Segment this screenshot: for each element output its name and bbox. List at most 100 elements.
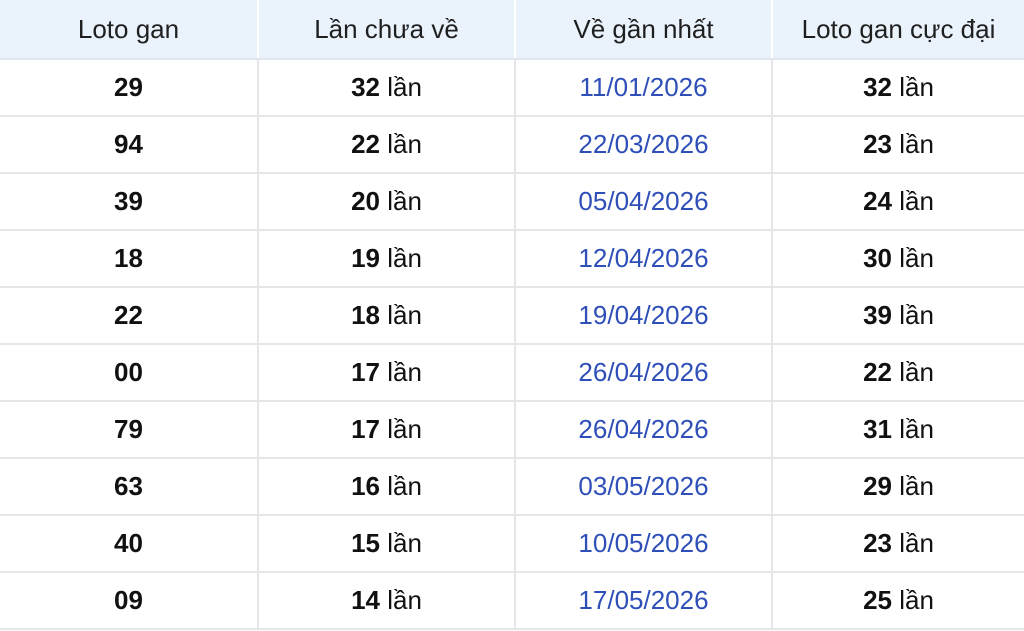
- loto-number: 22: [114, 300, 143, 330]
- ve-gan-nhat-date[interactable]: 03/05/2026: [578, 471, 708, 501]
- unit-label: lần: [899, 129, 934, 159]
- loto-number-cell: 00: [0, 344, 259, 402]
- unit-label: lần: [899, 72, 934, 102]
- ve-gan-nhat-date[interactable]: 17/05/2026: [578, 585, 708, 615]
- cuc-dai-count: 39: [863, 300, 892, 330]
- table-row: 09 14 lần 17/05/2026 25 lần: [0, 572, 1024, 630]
- table-row: 00 17 lần 26/04/2026 22 lần: [0, 344, 1024, 402]
- unit-label: lần: [899, 585, 934, 615]
- unit-label: lần: [387, 585, 422, 615]
- loto-number-cell: 40: [0, 515, 259, 573]
- lan-chua-ve-cell: 19 lần: [258, 230, 516, 288]
- ve-gan-nhat-cell: 03/05/2026: [515, 458, 773, 516]
- unit-label: lần: [387, 243, 422, 273]
- lan-chua-ve-count: 22: [351, 129, 380, 159]
- unit-label: lần: [387, 72, 422, 102]
- unit-label: lần: [899, 414, 934, 444]
- cuc-dai-cell: 24 lần: [772, 173, 1024, 231]
- unit-label: lần: [387, 528, 422, 558]
- unit-label: lần: [899, 300, 934, 330]
- table-body: 29 32 lần 11/01/2026 32 lần 94 22 lần 22/03/20…: [0, 59, 1024, 630]
- cuc-dai-cell: 23 lần: [772, 515, 1024, 573]
- cuc-dai-count: 22: [863, 357, 892, 387]
- cuc-dai-count: 24: [863, 186, 892, 216]
- cuc-dai-count: 25: [863, 585, 892, 615]
- cuc-dai-cell: 39 lần: [772, 287, 1024, 345]
- cuc-dai-count: 23: [863, 528, 892, 558]
- table-row: 79 17 lần 26/04/2026 31 lần: [0, 401, 1024, 459]
- loto-number: 00: [114, 357, 143, 387]
- ve-gan-nhat-date[interactable]: 12/04/2026: [578, 243, 708, 273]
- loto-number: 63: [114, 471, 143, 501]
- cuc-dai-count: 31: [863, 414, 892, 444]
- cuc-dai-cell: 29 lần: [772, 458, 1024, 516]
- ve-gan-nhat-date[interactable]: 26/04/2026: [578, 414, 708, 444]
- loto-number: 79: [114, 414, 143, 444]
- ve-gan-nhat-cell: 10/05/2026: [515, 515, 773, 573]
- unit-label: lần: [387, 471, 422, 501]
- ve-gan-nhat-date[interactable]: 11/01/2026: [579, 72, 707, 102]
- ve-gan-nhat-cell: 19/04/2026: [515, 287, 773, 345]
- header-loto-gan-cuc-dai: Loto gan cực đại: [772, 0, 1024, 60]
- loto-number-cell: 18: [0, 230, 259, 288]
- ve-gan-nhat-date[interactable]: 05/04/2026: [578, 186, 708, 216]
- unit-label: lần: [387, 186, 422, 216]
- ve-gan-nhat-date[interactable]: 22/03/2026: [578, 129, 708, 159]
- unit-label: lần: [899, 357, 934, 387]
- lan-chua-ve-cell: 14 lần: [258, 572, 516, 630]
- loto-number: 94: [114, 129, 143, 159]
- header-loto-gan: Loto gan: [0, 0, 259, 60]
- table-row: 22 18 lần 19/04/2026 39 lần: [0, 287, 1024, 345]
- loto-number-cell: 29: [0, 59, 259, 117]
- lan-chua-ve-cell: 18 lần: [258, 287, 516, 345]
- cuc-dai-cell: 25 lần: [772, 572, 1024, 630]
- unit-label: lần: [899, 186, 934, 216]
- ve-gan-nhat-cell: 05/04/2026: [515, 173, 773, 231]
- unit-label: lần: [387, 129, 422, 159]
- unit-label: lần: [387, 414, 422, 444]
- ve-gan-nhat-date[interactable]: 10/05/2026: [578, 528, 708, 558]
- ve-gan-nhat-date[interactable]: 19/04/2026: [578, 300, 708, 330]
- cuc-dai-cell: 32 lần: [772, 59, 1024, 117]
- unit-label: lần: [387, 300, 422, 330]
- loto-gan-table: Loto gan Lần chưa về Về gần nhất Loto ga…: [0, 0, 1024, 630]
- cuc-dai-cell: 31 lần: [772, 401, 1024, 459]
- table-row: 18 19 lần 12/04/2026 30 lần: [0, 230, 1024, 288]
- lan-chua-ve-cell: 20 lần: [258, 173, 516, 231]
- loto-number: 29: [114, 72, 143, 102]
- lan-chua-ve-cell: 17 lần: [258, 401, 516, 459]
- lan-chua-ve-count: 18: [351, 300, 380, 330]
- lan-chua-ve-count: 20: [351, 186, 380, 216]
- loto-number-cell: 79: [0, 401, 259, 459]
- table-row: 63 16 lần 03/05/2026 29 lần: [0, 458, 1024, 516]
- ve-gan-nhat-date[interactable]: 26/04/2026: [578, 357, 708, 387]
- cuc-dai-count: 23: [863, 129, 892, 159]
- loto-number-cell: 22: [0, 287, 259, 345]
- lan-chua-ve-count: 17: [351, 357, 380, 387]
- ve-gan-nhat-cell: 26/04/2026: [515, 344, 773, 402]
- loto-number: 39: [114, 186, 143, 216]
- lan-chua-ve-count: 15: [351, 528, 380, 558]
- ve-gan-nhat-cell: 17/05/2026: [515, 572, 773, 630]
- cuc-dai-cell: 22 lần: [772, 344, 1024, 402]
- header-lan-chua-ve: Lần chưa về: [258, 0, 516, 60]
- lan-chua-ve-count: 19: [351, 243, 380, 273]
- unit-label: lần: [899, 243, 934, 273]
- table-header: Loto gan Lần chưa về Về gần nhất Loto ga…: [0, 0, 1024, 60]
- ve-gan-nhat-cell: 26/04/2026: [515, 401, 773, 459]
- lan-chua-ve-cell: 22 lần: [258, 116, 516, 174]
- ve-gan-nhat-cell: 12/04/2026: [515, 230, 773, 288]
- loto-number-cell: 94: [0, 116, 259, 174]
- lan-chua-ve-count: 17: [351, 414, 380, 444]
- ve-gan-nhat-cell: 22/03/2026: [515, 116, 773, 174]
- table-row: 39 20 lần 05/04/2026 24 lần: [0, 173, 1024, 231]
- loto-number: 09: [114, 585, 143, 615]
- unit-label: lần: [899, 528, 934, 558]
- lan-chua-ve-cell: 17 lần: [258, 344, 516, 402]
- lan-chua-ve-cell: 16 lần: [258, 458, 516, 516]
- table-row: 94 22 lần 22/03/2026 23 lần: [0, 116, 1024, 174]
- loto-number-cell: 63: [0, 458, 259, 516]
- cuc-dai-cell: 30 lần: [772, 230, 1024, 288]
- cuc-dai-cell: 23 lần: [772, 116, 1024, 174]
- loto-number-cell: 39: [0, 173, 259, 231]
